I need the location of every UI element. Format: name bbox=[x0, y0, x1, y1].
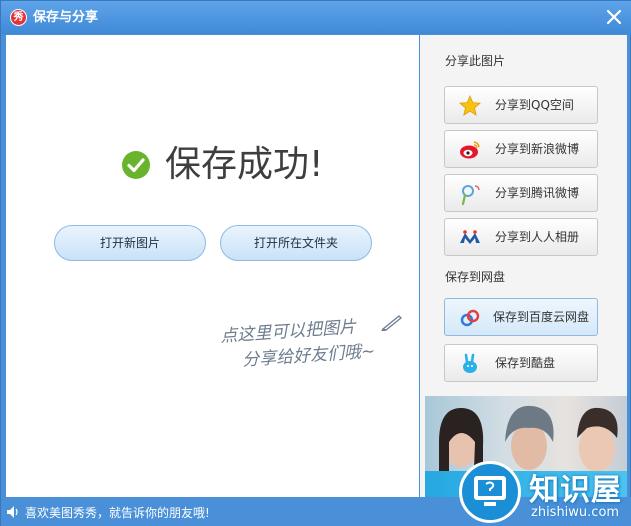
kupan-rabbit-icon bbox=[463, 353, 477, 373]
share-section-title: 分享此图片 bbox=[445, 54, 506, 68]
baidu-cloud-icon bbox=[460, 309, 480, 327]
save-share-dialog: 秀 保存与分享 保存成功! 打开新图片 打开所在文件夹 点这里可以把图片 分享给… bbox=[0, 0, 631, 526]
meitu-logo-icon: 秀 bbox=[10, 9, 27, 26]
renren-icon bbox=[460, 230, 480, 244]
close-button[interactable] bbox=[604, 7, 624, 27]
watermark: 知识屋 zhishiwu.com bbox=[459, 457, 627, 526]
share-qzone-label: 分享到QQ空间 bbox=[495, 98, 574, 112]
share-tencent-weibo-button[interactable]: 分享到腾讯微博 bbox=[444, 174, 598, 212]
share-sidebar: 分享此图片 分享到QQ空间 分享到新浪微博 分享到腾讯微博 分享到人人相册 保存… bbox=[420, 35, 627, 497]
success-text: 保存成功! bbox=[165, 144, 324, 185]
open-folder-button[interactable]: 打开所在文件夹 bbox=[220, 225, 372, 261]
qzone-star-icon bbox=[459, 95, 481, 116]
share-sina-weibo-button[interactable]: 分享到新浪微博 bbox=[444, 130, 598, 168]
save-baidu-cloud-label: 保存到百度云网盘 bbox=[493, 310, 590, 324]
watermark-text: 知识屋 bbox=[529, 473, 622, 508]
title-bar[interactable]: 秀 保存与分享 bbox=[1, 1, 631, 34]
close-icon bbox=[606, 9, 622, 25]
weibo-icon bbox=[460, 141, 480, 159]
main-panel: 保存成功! 打开新图片 打开所在文件夹 点这里可以把图片 分享给好友们哦~ bbox=[6, 35, 419, 497]
speaker-icon bbox=[7, 506, 18, 518]
save-cloud-section-title: 保存到网盘 bbox=[445, 270, 506, 284]
success-check-icon bbox=[122, 151, 150, 179]
watermark-logo-icon bbox=[459, 461, 521, 523]
open-new-image-button[interactable]: 打开新图片 bbox=[54, 225, 206, 261]
share-tencent-weibo-label: 分享到腾讯微博 bbox=[495, 186, 580, 200]
save-baidu-cloud-button[interactable]: 保存到百度云网盘 bbox=[444, 298, 598, 336]
share-sina-weibo-label: 分享到新浪微博 bbox=[495, 142, 580, 156]
watermark-url: zhishiwu.com bbox=[531, 505, 620, 520]
save-kupan-button[interactable]: 保存到酷盘 bbox=[444, 344, 598, 382]
help-monitor-icon bbox=[474, 476, 506, 506]
save-kupan-label: 保存到酷盘 bbox=[495, 356, 556, 370]
window-title: 保存与分享 bbox=[33, 10, 99, 25]
recommend-link[interactable]: 喜欢美图秀秀，就告诉你的朋友哦! bbox=[25, 504, 210, 521]
pencil-arrow-icon bbox=[381, 315, 402, 331]
share-renren-label: 分享到人人相册 bbox=[495, 230, 580, 244]
share-renren-button[interactable]: 分享到人人相册 bbox=[444, 218, 598, 256]
tencent-weibo-icon bbox=[461, 185, 480, 205]
share-qzone-button[interactable]: 分享到QQ空间 bbox=[444, 86, 598, 124]
